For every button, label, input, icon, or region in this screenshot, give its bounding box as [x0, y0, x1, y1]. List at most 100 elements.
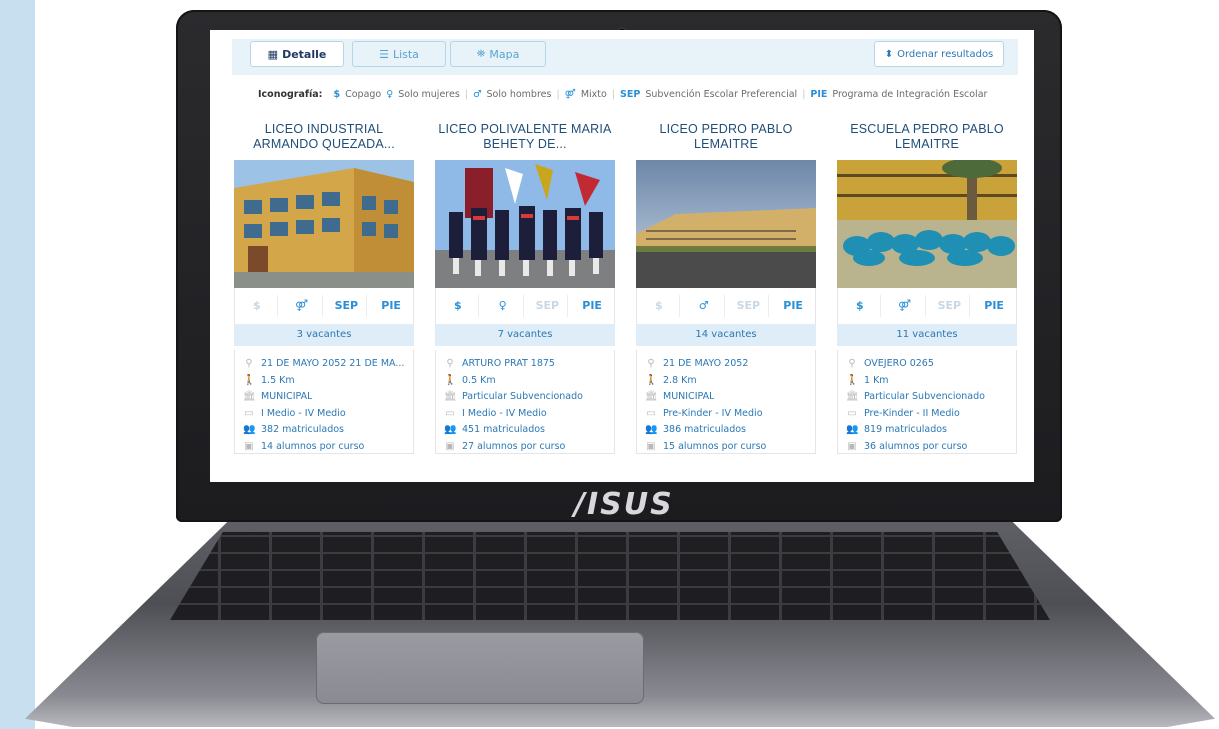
school-search-results: ▦ Detalle ☰ Lista ⛯ Mapa ⬍ Ordenar resul… [210, 30, 1034, 482]
school-card[interactable]: LICEO PEDRO PABLO LEMAITRE $ ♂ SEP PIE 1… [636, 122, 816, 454]
id-card-icon: ▣ [646, 440, 656, 452]
sort-results-button[interactable]: ⬍ Ordenar resultados [874, 41, 1004, 67]
dependency-row: 🏛 Particular Subvencionado [444, 389, 606, 406]
location-pin-icon: ⚲ [446, 358, 454, 369]
legend-copago: Copago [345, 88, 382, 100]
school-title[interactable]: LICEO PEDRO PABLO LEMAITRE [636, 122, 816, 156]
female-icon: ♀ [386, 88, 394, 100]
grid-icon: ▦ [267, 47, 279, 61]
address-row: ⚲ ARTURO PRAT 1875 [444, 356, 606, 373]
levels-row: ▭ Pre-Kinder - IV Medio [645, 406, 807, 423]
tab-lista[interactable]: ☰ Lista [352, 41, 446, 67]
school-card[interactable]: LICEO POLIVALENTE MARIA BEHETY DE... $ ♀… [435, 122, 615, 454]
legend-title: Iconografía: [258, 88, 323, 100]
address: 21 DE MAYO 2052 21 DE MA... [261, 358, 405, 369]
school-parade-image [435, 160, 615, 288]
institution-icon: 🏛 [645, 391, 658, 402]
dependency: MUNICIPAL [261, 391, 313, 402]
school-title[interactable]: LICEO INDUSTRIAL ARMANDO QUEZADA... [234, 122, 414, 156]
enrolled: 819 matriculados [864, 424, 947, 435]
legend-divider: | [802, 88, 806, 100]
distance: 1 Km [864, 374, 889, 386]
tab-detalle-label: Detalle [282, 47, 327, 61]
classroom-icon: ▭ [445, 407, 455, 419]
levels: I Medio - IV Medio [261, 407, 346, 419]
enrolled: 382 matriculados [261, 424, 344, 435]
map-icon: ⛯ [476, 47, 486, 60]
people-icon: 👥 [846, 424, 859, 435]
vacancies-badge: 3 vacantes [234, 324, 414, 346]
address-row: ⚲ OVEJERO 0265 [846, 356, 1008, 373]
sep-badge: SEP [326, 295, 368, 317]
school-photo[interactable] [234, 160, 414, 288]
vacancies-badge: 14 vacantes [636, 324, 816, 346]
dependency: Particular Subvencionado [864, 391, 985, 402]
enrolled-row: 👥 451 matriculados [444, 422, 606, 439]
levels: Pre-Kinder - II Medio [864, 407, 960, 419]
school-title[interactable]: LICEO POLIVALENTE MARIA BEHETY DE... [435, 122, 615, 156]
school-details: ⚲ ARTURO PRAT 1875 🚶 0.5 Km 🏛 Particular Su… [435, 350, 615, 454]
tab-mapa-label: Mapa [489, 47, 520, 61]
levels-row: ▭ Pre-Kinder - II Medio [846, 406, 1008, 423]
levels-row: ▭ I Medio - IV Medio [243, 406, 405, 423]
school-features: $ ♂ SEP PIE [636, 288, 816, 324]
school-card[interactable]: ESCUELA PEDRO PABLO LEMAITRE $ ⚤ SEP PIE… [837, 122, 1017, 454]
distance-row: 🚶 1 Km [846, 373, 1008, 390]
enrolled-row: 👥 819 matriculados [846, 422, 1008, 439]
school-photo[interactable] [435, 160, 615, 288]
pie-badge: PIE [984, 299, 1004, 312]
school-features: $ ⚤ SEP PIE [837, 288, 1017, 324]
per-course-row: ▣ 15 alumnos por curso [645, 439, 807, 456]
tab-detalle[interactable]: ▦ Detalle [250, 41, 344, 67]
sort-results-label: Ordenar resultados [897, 48, 994, 60]
school-card[interactable]: LICEO INDUSTRIAL ARMANDO QUEZADA... $ ⚤ … [234, 122, 414, 454]
tab-lista-label: Lista [392, 47, 419, 61]
school-title[interactable]: ESCUELA PEDRO PABLO LEMAITRE [837, 122, 1017, 156]
distance: 1.5 Km [261, 374, 295, 386]
vacancies-badge: 7 vacantes [435, 324, 615, 346]
copago-icon: $ [438, 295, 479, 317]
left-background-strip [0, 0, 35, 729]
dollar-icon: $ [333, 88, 341, 100]
walking-icon: 🚶 [243, 374, 256, 386]
levels: I Medio - IV Medio [462, 407, 547, 419]
people-icon: 👥 [444, 424, 457, 435]
location-pin-icon: ⚲ [647, 358, 655, 369]
legend-mixto: Mixto [580, 88, 607, 100]
school-building-image [234, 160, 414, 288]
per-course-row: ▣ 27 alumnos por curso [444, 439, 606, 456]
laptop-brand-logo: /ISUS [574, 487, 674, 522]
address: ARTURO PRAT 1875 [462, 358, 555, 369]
legend-divider: | [611, 88, 616, 100]
classroom-icon: ▭ [244, 407, 254, 419]
female-icon: ♀ [483, 295, 524, 317]
keyboard-rows [170, 532, 1050, 620]
legend-pie-code: PIE [810, 88, 828, 100]
per-course: 36 alumnos por curso [864, 440, 968, 452]
address: OVEJERO 0265 [864, 358, 934, 369]
enrolled: 386 matriculados [663, 424, 746, 435]
laptop-keyboard [170, 532, 1050, 620]
pie-badge: PIE [582, 299, 602, 312]
copago-icon: $ [237, 295, 278, 317]
enrolled-row: 👥 386 matriculados [645, 422, 807, 439]
per-course: 27 alumnos por curso [462, 440, 566, 452]
school-photo[interactable] [636, 160, 816, 288]
people-icon: 👥 [645, 424, 658, 435]
address-row: ⚲ 21 DE MAYO 2052 21 DE MA... [243, 356, 405, 373]
tab-mapa[interactable]: ⛯ Mapa [450, 41, 546, 67]
school-group-image [837, 160, 1017, 288]
pie-badge: PIE [381, 299, 401, 312]
walking-icon: 🚶 [444, 374, 457, 386]
per-course-row: ▣ 36 alumnos por curso [846, 439, 1008, 456]
school-photo[interactable] [837, 160, 1017, 288]
sort-icon: ⬍ [884, 48, 894, 60]
copago-icon: $ [639, 295, 680, 317]
copago-icon: $ [840, 295, 881, 317]
walking-icon: 🚶 [645, 374, 658, 386]
legend-pie-text: Programa de Integración Escolar [832, 88, 988, 100]
distance: 0.5 Km [462, 374, 496, 386]
mixed-gender-icon: ⚤ [564, 88, 576, 100]
institution-icon: 🏛 [846, 391, 859, 402]
enrolled-row: 👥 382 matriculados [243, 422, 405, 439]
